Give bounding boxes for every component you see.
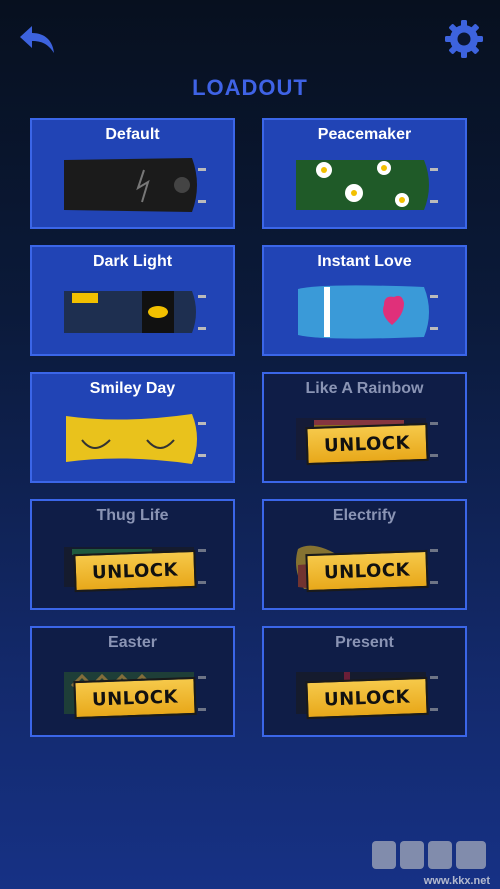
loadout-card-darklight[interactable]: Dark Light [30, 245, 235, 356]
loadout-card-instantlove[interactable]: Instant Love [262, 245, 467, 356]
loadout-name: Peacemaker [317, 126, 412, 143]
top-bar [0, 0, 500, 70]
loadout-name: Default [105, 126, 160, 143]
loadout-card-rainbow[interactable]: Like A Rainbow UNLOCK [262, 372, 467, 483]
loadout-name: Smiley Day [89, 380, 176, 397]
back-arrow-icon [20, 26, 54, 53]
loadout-card-electrify[interactable]: Electrify UNLOCK [262, 499, 467, 610]
unlock-label: UNLOCK [91, 686, 179, 710]
loadout-card-default[interactable]: Default [30, 118, 235, 229]
unlock-button[interactable]: UNLOCK [305, 549, 429, 593]
stun-gun-image [284, 275, 449, 349]
stun-gun-image [284, 148, 449, 222]
unlock-label: UNLOCK [323, 686, 411, 710]
loadout-name: Dark Light [92, 253, 173, 270]
gear-icon [445, 20, 483, 58]
loadout-name: Electrify [332, 507, 397, 524]
loadout-card-present[interactable]: Present UNLOCK [262, 626, 467, 737]
stun-gun-image [52, 148, 217, 222]
loadout-name: Like A Rainbow [305, 380, 424, 397]
unlock-button[interactable]: UNLOCK [73, 549, 197, 593]
stun-gun-image [52, 402, 217, 476]
watermark-url: www.kkx.net [423, 875, 490, 887]
watermark-logo [372, 841, 486, 869]
unlock-label: UNLOCK [323, 559, 411, 583]
loadout-grid: Default Peacemaker Dark Light Instant Lo… [30, 118, 470, 742]
loadout-card-thug[interactable]: Thug Life UNLOCK [30, 499, 235, 610]
settings-button[interactable] [444, 19, 484, 59]
loadout-name: Easter [108, 634, 157, 651]
loadout-name: Thug Life [96, 507, 169, 524]
loadout-card-peacemaker[interactable]: Peacemaker [262, 118, 467, 229]
loadout-card-easter[interactable]: Easter UNLOCK [30, 626, 235, 737]
back-button[interactable] [18, 22, 58, 56]
stun-gun-image [52, 275, 217, 349]
unlock-label: UNLOCK [91, 559, 179, 583]
loadout-name: Instant Love [317, 253, 412, 270]
page-title: LOADOUT [192, 75, 308, 100]
unlock-label: UNLOCK [323, 432, 411, 456]
loadout-name: Present [335, 634, 394, 651]
unlock-button[interactable]: UNLOCK [73, 676, 197, 720]
loadout-card-smiley[interactable]: Smiley Day [30, 372, 235, 483]
unlock-button[interactable]: UNLOCK [305, 676, 429, 720]
unlock-button[interactable]: UNLOCK [305, 422, 429, 466]
